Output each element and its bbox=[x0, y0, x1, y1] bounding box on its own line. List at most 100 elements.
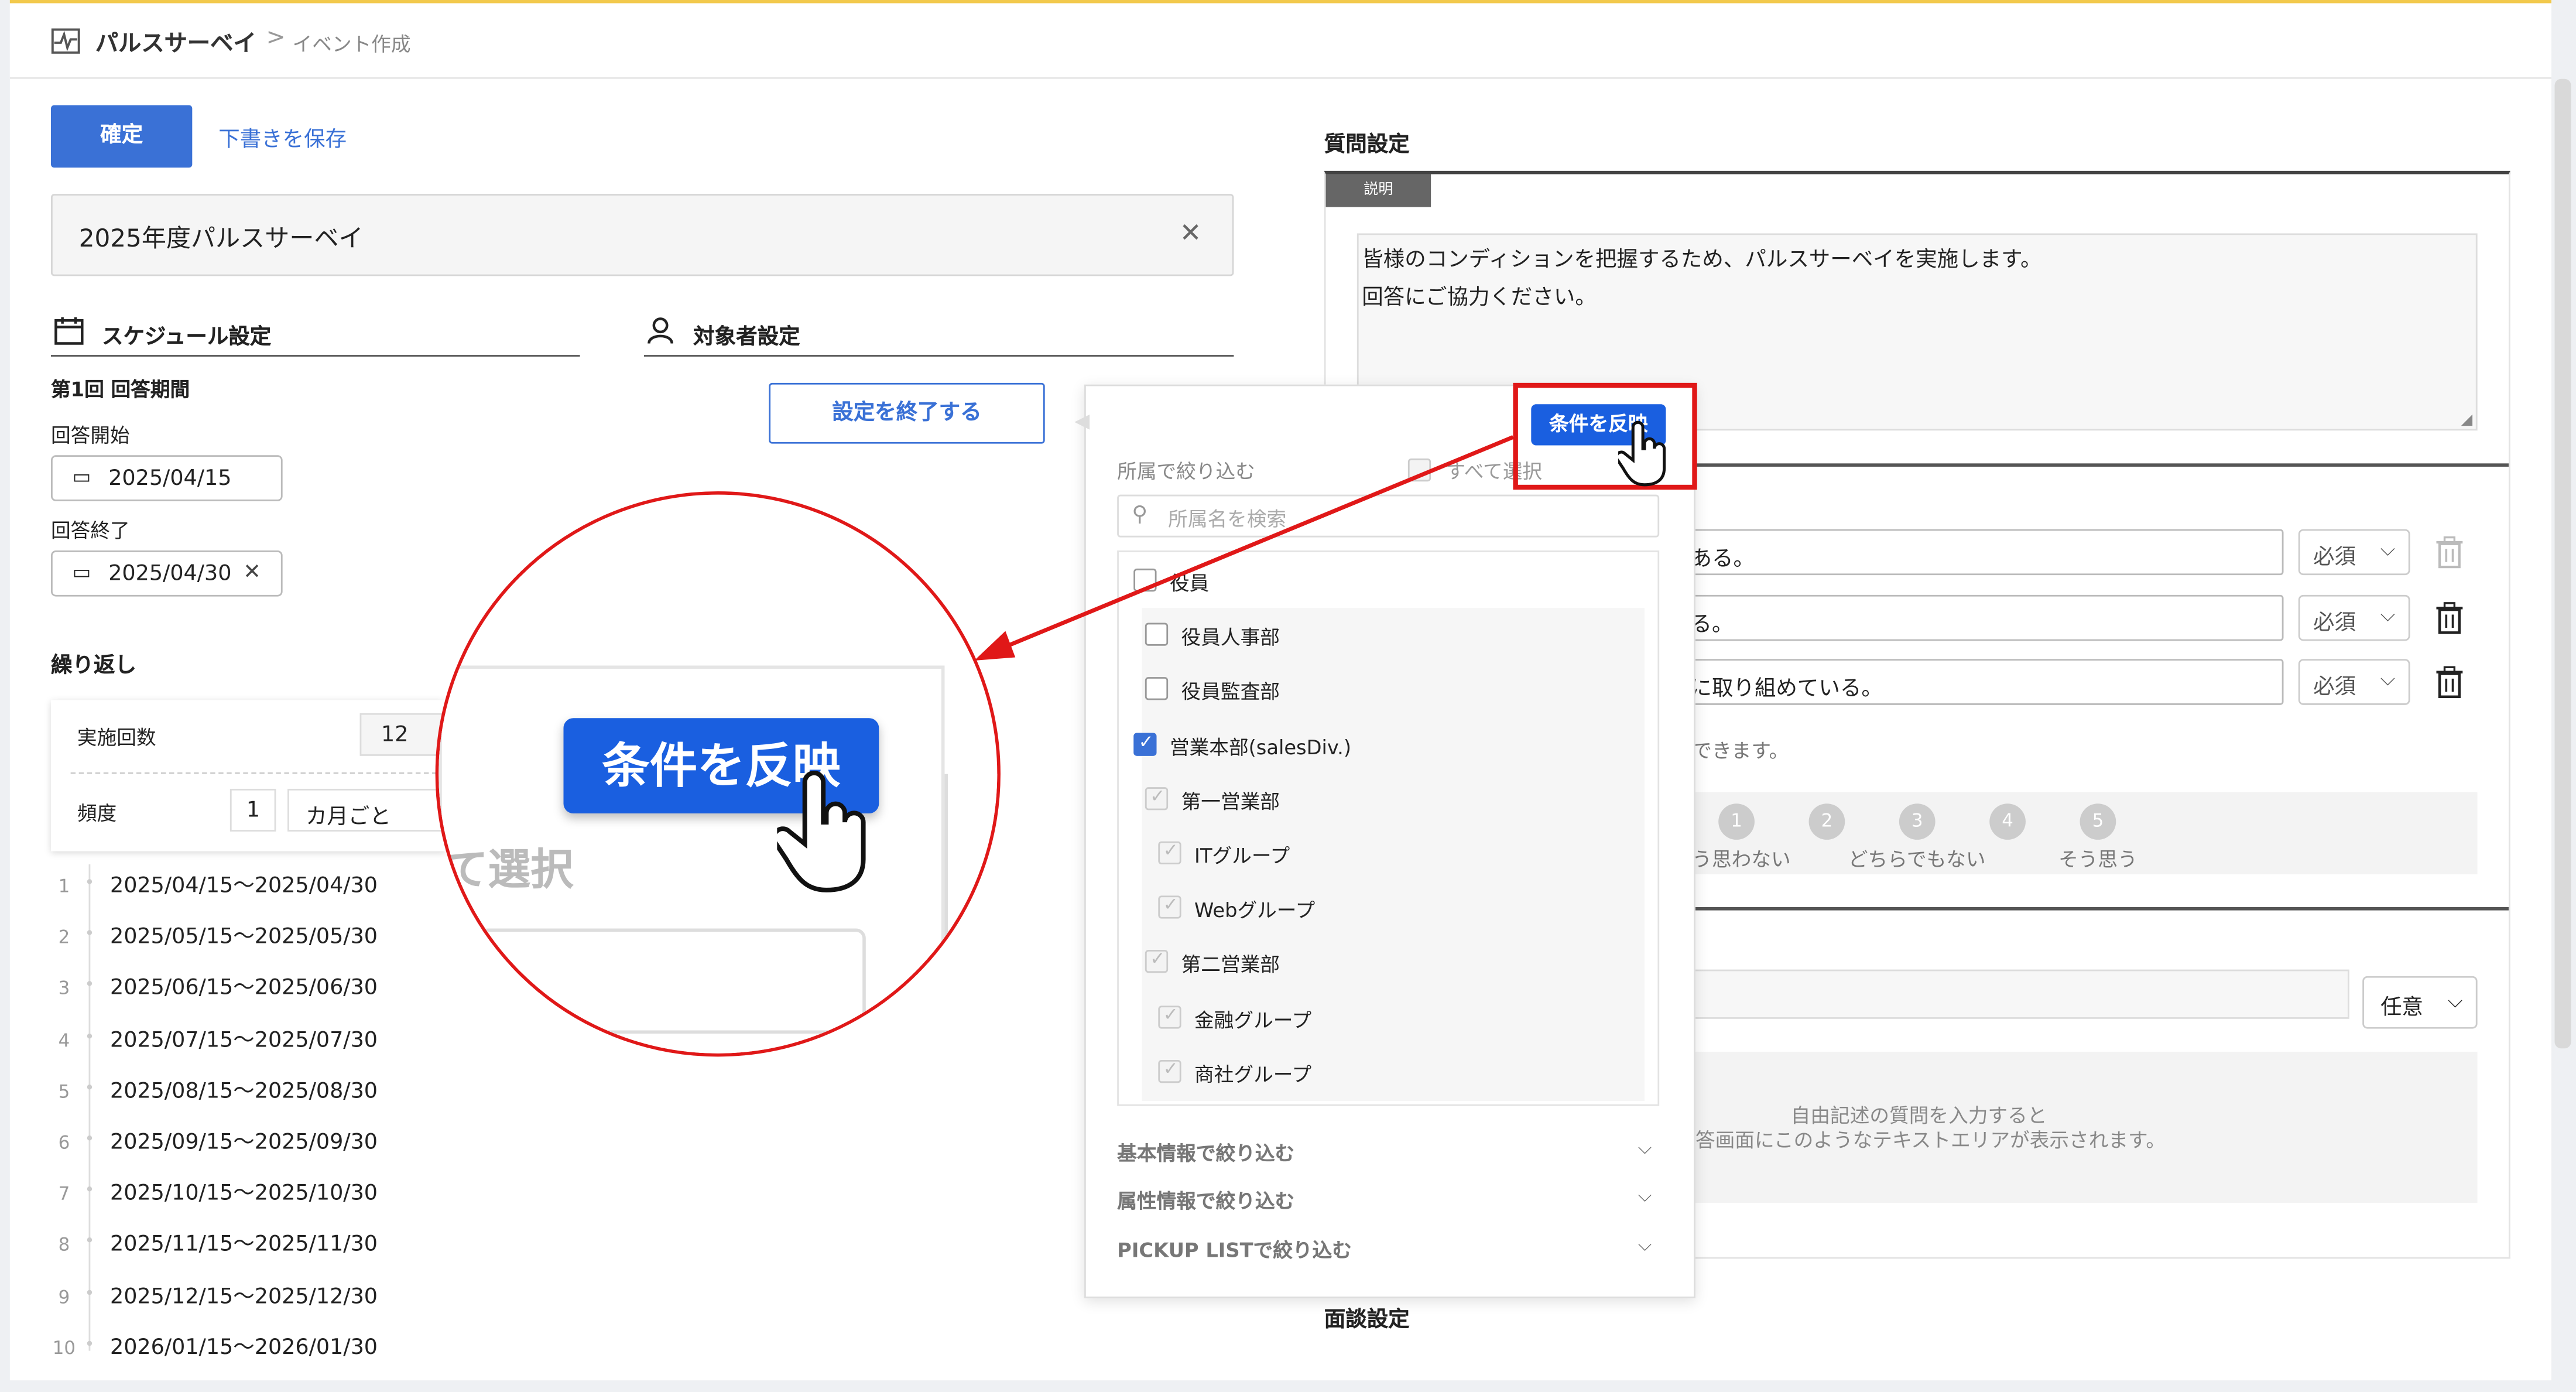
period-index: 6 bbox=[58, 1132, 70, 1154]
dept-checkbox[interactable]: ✓ bbox=[1145, 949, 1169, 974]
chevron-down-icon[interactable]: ⌵ bbox=[1638, 1233, 1652, 1256]
chevron-down-icon[interactable]: ⌵ bbox=[1638, 1185, 1652, 1208]
count-label: 実施回数 bbox=[77, 726, 156, 750]
hand-cursor-icon bbox=[1618, 420, 1666, 487]
period-range: 2026/01/15～2026/01/30 bbox=[110, 1335, 378, 1360]
resize-handle-icon[interactable]: ◢ bbox=[2461, 412, 2472, 429]
check-icon: ✓ bbox=[1163, 839, 1179, 861]
chevron-down-icon[interactable]: ⌵ bbox=[1638, 1137, 1652, 1160]
period-range: 2025/12/15～2025/12/30 bbox=[110, 1284, 378, 1309]
question-input-3[interactable]: に取り組めている。 bbox=[1676, 659, 2284, 705]
period-row: 4 2025/07/15～2025/07/30 bbox=[53, 1021, 378, 1052]
dept-checkbox[interactable]: ✓ bbox=[1158, 894, 1181, 919]
dept-label: 役員 bbox=[1169, 572, 1210, 595]
period-index: 3 bbox=[58, 978, 70, 1000]
event-title-value: 2025年度パルスサーベイ bbox=[78, 223, 364, 254]
zoom-hand-cursor-icon bbox=[777, 771, 866, 892]
period-label: 第1回 回答期間 bbox=[50, 378, 190, 401]
period-row: 5 2025/08/15～2025/08/30 bbox=[53, 1073, 378, 1104]
scale-label: どちらでもない bbox=[1848, 847, 1986, 871]
question-input-2[interactable]: る。 bbox=[1676, 594, 2284, 641]
dept-label: 営業本部(salesDiv.) bbox=[1169, 736, 1352, 759]
timeline-dot bbox=[87, 879, 93, 884]
period-range: 2025/07/15～2025/07/30 bbox=[110, 1028, 378, 1053]
search-icon: ⚲ bbox=[1132, 502, 1148, 528]
check-icon: ✓ bbox=[1138, 730, 1154, 753]
check-icon: ✓ bbox=[1163, 894, 1179, 916]
scrollbar-thumb[interactable] bbox=[2554, 78, 2571, 1049]
freq-input[interactable]: 1 bbox=[229, 788, 276, 832]
filter-accordion[interactable]: 基本情報で絞り込む bbox=[1117, 1139, 1294, 1167]
zoom-magnifier: 条件を反映 て選択 bbox=[435, 491, 1001, 1057]
breadcrumb-app[interactable]: パルスサーベイ bbox=[95, 26, 256, 59]
dept-checkbox[interactable] bbox=[1145, 678, 1169, 701]
end-date-field[interactable]: ▭ 2025/04/30 ✕ bbox=[50, 550, 283, 597]
dept-checkbox[interactable] bbox=[1133, 568, 1157, 592]
required-select-3[interactable]: 必須 ⌵ bbox=[2298, 659, 2410, 705]
period-row: 3 2025/06/15～2025/06/30 bbox=[53, 970, 378, 1001]
period-row: 6 2025/09/15～2025/09/30 bbox=[53, 1124, 378, 1155]
schedule-divider bbox=[50, 355, 580, 357]
period-index: 1 bbox=[58, 875, 70, 898]
finish-target-button[interactable]: 設定を終了する bbox=[769, 382, 1045, 444]
pulse-survey-icon bbox=[51, 28, 80, 54]
free-text-question-input[interactable] bbox=[1676, 969, 2349, 1019]
scale-point: 3 bbox=[1899, 803, 1936, 840]
question-hint: できます。 bbox=[1692, 739, 1789, 763]
scale-label: う思わない bbox=[1692, 847, 1791, 871]
confirm-button[interactable]: 確定 bbox=[50, 105, 193, 168]
clear-date-icon[interactable]: ✕ bbox=[243, 560, 261, 585]
end-date-value: 2025/04/30 bbox=[108, 562, 232, 587]
filter-accordion[interactable]: PICKUP LISTで絞り込む bbox=[1117, 1235, 1352, 1263]
question-input-1[interactable]: ある。 bbox=[1676, 529, 2284, 576]
trash-icon[interactable] bbox=[2435, 665, 2465, 699]
period-range: 2025/09/15～2025/09/30 bbox=[110, 1130, 378, 1155]
optional-select-label: 任意 bbox=[2380, 996, 2424, 1021]
filter-accordion[interactable]: 属性情報で絞り込む bbox=[1117, 1187, 1294, 1215]
event-title-input[interactable]: 2025年度パルスサーベイ ✕ bbox=[50, 194, 1234, 276]
check-icon: ✓ bbox=[1163, 1058, 1179, 1080]
freq-unit-select[interactable]: カ月ごと bbox=[287, 788, 446, 832]
trash-icon[interactable] bbox=[2435, 601, 2465, 634]
description-tab[interactable]: 説明 bbox=[1325, 174, 1431, 207]
repeat-label: 繰り返し bbox=[50, 654, 136, 679]
scale-point: 1 bbox=[1718, 803, 1755, 840]
select-all-checkbox[interactable] bbox=[1407, 458, 1431, 482]
period-index: 8 bbox=[58, 1234, 70, 1256]
start-label: 回答開始 bbox=[50, 423, 130, 447]
period-index: 4 bbox=[58, 1030, 70, 1051]
interview-heading: 面談設定 bbox=[1324, 1308, 1410, 1333]
required-select-2[interactable]: 必須 ⌵ bbox=[2298, 594, 2410, 641]
period-row: 1 2025/04/15～2025/04/30 bbox=[53, 868, 378, 899]
scale-point: 4 bbox=[1989, 803, 2026, 840]
trash-icon[interactable] bbox=[2435, 536, 2465, 569]
person-icon bbox=[648, 317, 673, 344]
period-range: 2025/10/15～2025/10/30 bbox=[110, 1182, 378, 1207]
repeat-divider bbox=[70, 772, 446, 774]
period-index: 2 bbox=[58, 927, 70, 949]
popup-caret-icon: ◀ bbox=[1074, 409, 1090, 433]
save-draft-link[interactable]: 下書きを保存 bbox=[218, 122, 347, 153]
dept-label: 第一営業部 bbox=[1181, 790, 1280, 813]
period-index: 10 bbox=[52, 1337, 76, 1359]
freq-label: 頻度 bbox=[77, 802, 117, 825]
optional-select[interactable]: 任意 ⌵ bbox=[2362, 976, 2478, 1029]
dept-checkbox[interactable]: ✓ bbox=[1158, 1058, 1181, 1083]
dept-checkbox[interactable] bbox=[1145, 623, 1169, 647]
dept-checkbox[interactable]: ✓ bbox=[1133, 730, 1157, 755]
dept-checkbox[interactable]: ✓ bbox=[1145, 785, 1169, 810]
timeline-dot bbox=[87, 1136, 93, 1141]
clear-icon[interactable]: ✕ bbox=[1180, 217, 1202, 248]
required-select-1[interactable]: 必須 ⌵ bbox=[2298, 529, 2410, 576]
check-icon: ✓ bbox=[1163, 1003, 1179, 1025]
period-range: 2025/05/15～2025/05/30 bbox=[110, 925, 378, 950]
target-heading: 対象者設定 bbox=[693, 325, 800, 350]
dept-checkbox[interactable]: ✓ bbox=[1158, 839, 1181, 865]
start-date-field[interactable]: ▭ 2025/04/15 bbox=[50, 455, 283, 501]
dept-checkbox[interactable]: ✓ bbox=[1158, 1003, 1181, 1028]
period-row: 10 2026/01/15～2026/01/30 bbox=[53, 1329, 378, 1360]
dept-search-input[interactable]: ⚲ 所属名を検索 bbox=[1117, 494, 1660, 538]
chevron-down-icon: ⌵ bbox=[2380, 537, 2396, 560]
dept-label: 商社グループ bbox=[1194, 1062, 1312, 1086]
count-input[interactable]: 12 bbox=[359, 713, 446, 756]
